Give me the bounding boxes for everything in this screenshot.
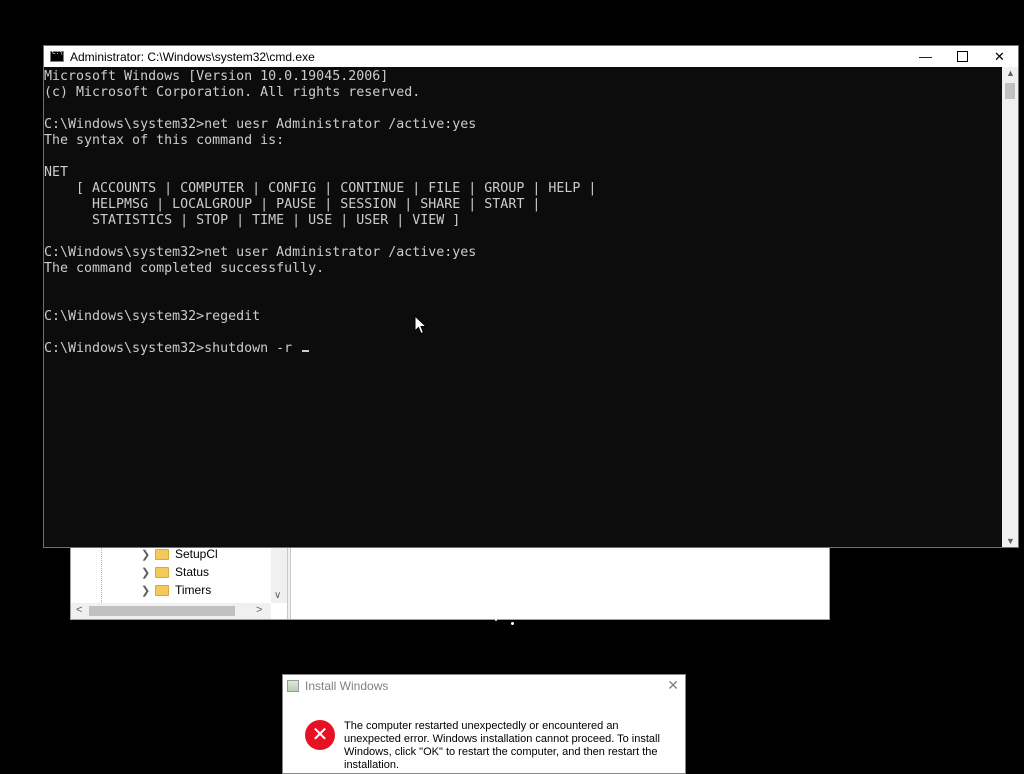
scroll-left-icon[interactable]: < [76,604,82,616]
console-text: Microsoft Windows [Version 10.0.19045.20… [44,69,597,356]
text-cursor [302,350,310,352]
tree-vertical-scrollbar[interactable]: ∨ [271,547,287,603]
mouse-pointer-icon [414,315,428,335]
dialog-title: Install Windows [305,679,389,693]
minimize-icon: — [919,49,932,64]
cmd-app-icon[interactable] [50,49,64,62]
maximize-icon [957,51,968,62]
title-bar[interactable]: Administrator: C:\Windows\system32\cmd.e… [44,46,1018,67]
close-icon: ✕ [994,48,1005,64]
regedit-window: ❯ SetupCl ❯ Status ❯ Timers ∨ < > [70,546,830,620]
registry-tree[interactable]: ❯ SetupCl ❯ Status ❯ Timers ∨ < > [71,547,287,619]
pane-splitter[interactable] [287,547,291,619]
stray-dot [511,622,514,625]
chevron-right-icon[interactable]: ❯ [141,566,155,579]
dialog-message: The computer restarted unexpectedly or e… [344,720,660,771]
minimize-button[interactable]: — [907,46,944,67]
cmd-window: Administrator: C:\Windows\system32\cmd.e… [43,45,1019,548]
scrollbar-thumb[interactable] [1005,83,1015,99]
folder-icon [155,584,169,596]
console-scrollbar[interactable]: ▲ ▼ [1002,67,1018,547]
scroll-down-icon[interactable]: ∨ [274,590,281,601]
close-button[interactable]: ✕ [981,46,1018,67]
tree-item-label: Status [175,565,210,579]
scroll-down-icon[interactable]: ▼ [1006,536,1015,546]
chevron-right-icon[interactable]: ❯ [141,548,155,561]
console-area[interactable]: Microsoft Windows [Version 10.0.19045.20… [44,67,1002,547]
tree-guide-line [101,547,103,603]
scrollbar-thumb[interactable] [89,606,235,616]
console-output: Microsoft Windows [Version 10.0.19045.20… [44,69,1002,357]
scroll-right-icon[interactable]: > [256,604,262,616]
tree-item-setupcl[interactable]: ❯ SetupCl [141,547,218,563]
setup-app-icon [287,680,299,692]
folder-icon [155,548,169,560]
scroll-up-icon[interactable]: ▲ [1006,68,1015,78]
dialog-title-bar[interactable]: Install Windows [283,675,685,697]
tree-item-timers[interactable]: ❯ Timers [141,581,211,599]
tree-item-label: Timers [175,583,212,597]
install-windows-dialog: Install Windows ✕ ✕ The computer restart… [282,674,686,774]
tree-item-label: SetupCl [175,547,218,561]
chevron-right-icon[interactable]: ❯ [141,584,155,597]
error-icon: ✕ [305,720,335,750]
tree-item-status[interactable]: ❯ Status [141,563,209,581]
window-title: Administrator: C:\Windows\system32\cmd.e… [70,49,315,64]
maximize-button[interactable] [944,46,981,67]
dialog-close-button[interactable]: ✕ [667,677,679,694]
folder-icon [155,566,169,578]
stray-dot [495,619,497,621]
window-controls: — ✕ [907,46,1018,67]
tree-horizontal-scrollbar[interactable]: < > [71,603,271,619]
